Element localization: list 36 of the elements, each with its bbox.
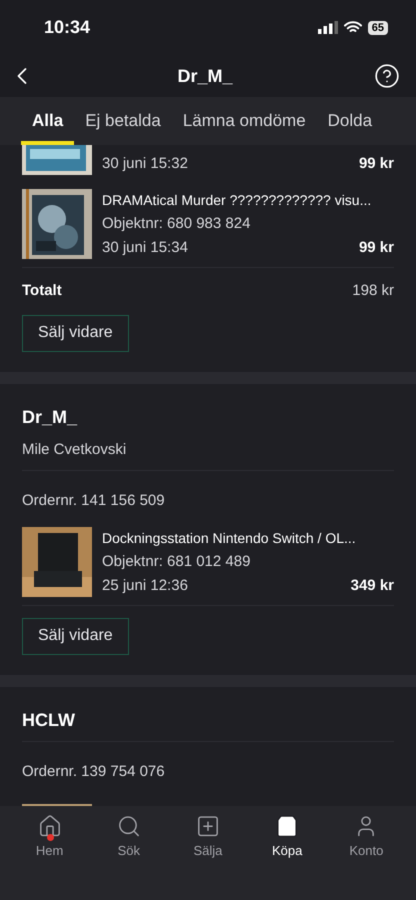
- nav-tab[interactable]: Konto: [334, 814, 398, 860]
- tab[interactable]: Alla: [21, 97, 74, 145]
- order-number: Ordernr. 139 754 076: [22, 762, 166, 782]
- item-price: 99 kr: [358, 154, 394, 174]
- seller-name: Dr_M_: [22, 406, 78, 428]
- total-label: Totalt: [22, 281, 62, 301]
- item-price: 349 kr: [350, 576, 394, 596]
- nav-tab[interactable]: Sök: [96, 814, 161, 860]
- tab[interactable]: Dolda: [316, 97, 384, 145]
- resell-button[interactable]: Sälj vidare: [22, 314, 129, 352]
- order-number: Ordernr. 141 156 509: [22, 490, 166, 510]
- item-date: 30 juni 15:34: [102, 238, 188, 258]
- nav-tab[interactable]: Hem: [18, 814, 82, 860]
- total-amount: 198 kr: [352, 281, 394, 301]
- seller-name: HCLW: [22, 708, 394, 742]
- item-title[interactable]: DRAMAtical Murder ????????????? visu...: [102, 189, 394, 211]
- page-title: Dr_M_: [177, 64, 233, 88]
- cut-item-row[interactable]: 30 juni 15:32 99 kr: [22, 145, 394, 181]
- nav-tab[interactable]: Köpa: [255, 814, 320, 860]
- object-number: Objektnr: 680 983 824: [102, 214, 252, 234]
- object-number: Objektnr: 681 012 489: [102, 552, 252, 572]
- item-price: 99 kr: [358, 238, 394, 258]
- battery-level: 65: [368, 20, 388, 34]
- status-time: 10:34: [44, 16, 90, 39]
- resell-button[interactable]: Sälj vidare: [22, 618, 129, 654]
- help-button[interactable]: [374, 63, 400, 89]
- nav-tab[interactable]: Sälja: [176, 814, 240, 860]
- tab[interactable]: Lämna omdöme: [172, 97, 317, 145]
- tab-indicator: [21, 141, 74, 145]
- item-date: 25 juni 12:36: [102, 576, 188, 596]
- item-date: 30 juni 15:32: [102, 154, 188, 174]
- tab[interactable]: Ej betalda: [74, 97, 172, 145]
- wifi-icon: [344, 21, 362, 34]
- signal-icon: [318, 21, 338, 34]
- buyer-name: Mile Cvetkovski: [22, 440, 394, 470]
- item-title[interactable]: Dockningsstation Nintendo Switch / OL...: [102, 526, 394, 548]
